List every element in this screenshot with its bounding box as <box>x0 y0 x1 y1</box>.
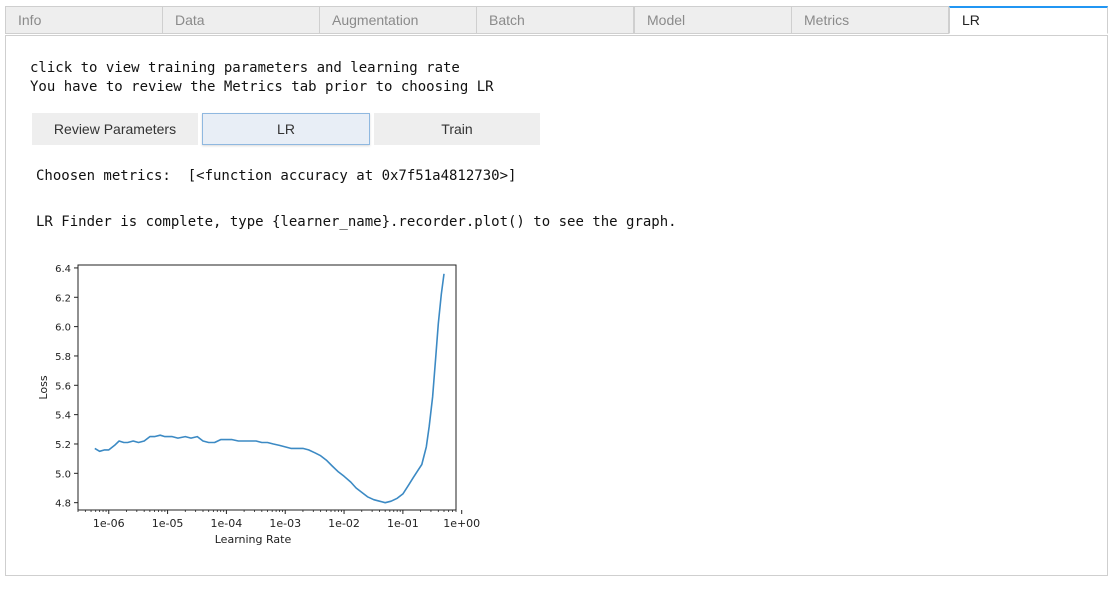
y-tick-label: 5.8 <box>55 352 71 363</box>
y-tick-label: 6.0 <box>55 323 71 334</box>
y-tick-label: 6.4 <box>55 264 71 275</box>
y-tick-label: 5.2 <box>55 440 71 451</box>
x-tick-label: 1e-06 <box>93 517 125 530</box>
x-tick-label: 1e+00 <box>443 517 480 530</box>
x-axis-label: Learning Rate <box>215 533 292 546</box>
x-tick-label: 1e-03 <box>269 517 301 530</box>
lr-button[interactable]: LR <box>202 113 370 145</box>
tab-batch[interactable]: Batch <box>476 6 634 34</box>
review-parameters-button[interactable]: Review Parameters <box>32 113 198 145</box>
y-tick-label: 5.0 <box>55 469 71 480</box>
plot-frame <box>77 264 457 511</box>
train-button[interactable]: Train <box>374 113 540 145</box>
instruction-line-1: click to view training parameters and le… <box>30 60 460 76</box>
tab-metrics[interactable]: Metrics <box>791 6 949 34</box>
y-axis-label: Loss <box>37 375 50 399</box>
y-tick-label: 6.2 <box>55 293 71 304</box>
instruction-line-2: You have to review the Metrics tab prior… <box>30 79 494 95</box>
x-tick-label: 1e-04 <box>211 517 243 530</box>
y-tick-label: 5.4 <box>55 411 71 422</box>
y-tick-label: 4.8 <box>55 499 71 510</box>
y-tick-label: 5.6 <box>55 381 71 392</box>
tab-model[interactable]: Model <box>634 6 792 34</box>
tab-info[interactable]: Info <box>5 6 163 34</box>
x-tick-label: 1e-02 <box>328 517 360 530</box>
tab-bar: Info Data Augmentation Batch Model Metri… <box>5 6 1108 36</box>
tab-lr[interactable]: LR <box>949 6 1108 34</box>
tab-augmentation[interactable]: Augmentation <box>319 6 477 34</box>
metrics-output: Choosen metrics: [<function accuracy at … <box>36 168 517 184</box>
lr-finder-output: LR Finder is complete, type {learner_nam… <box>36 214 677 230</box>
x-tick-label: 1e-05 <box>152 517 184 530</box>
x-tick-label: 1e-01 <box>387 517 419 530</box>
tab-data[interactable]: Data <box>162 6 320 34</box>
lr-finder-chart: 4.8 5.0 5.2 5.4 5.6 5.8 6.0 6.2 6.4 1e-06 1e-05 1e-… <box>37 264 480 546</box>
loss-line <box>94 273 445 504</box>
